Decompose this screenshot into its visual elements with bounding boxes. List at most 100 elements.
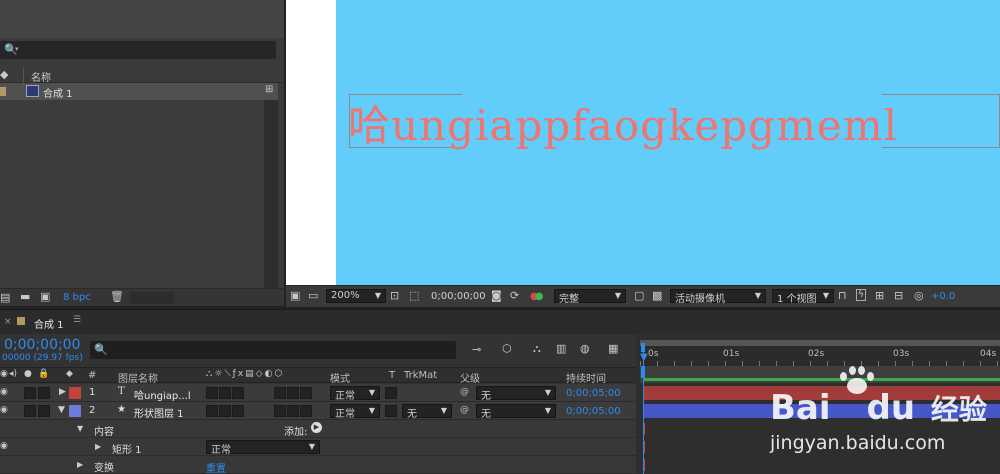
- rectangle-group-row[interactable]: ◉ ▶ 矩形 1 正常 ▼: [0, 438, 636, 456]
- layer-name[interactable]: 形状图层 1: [134, 405, 184, 420]
- eye-icon[interactable]: ◉: [0, 387, 8, 397]
- eye-icon[interactable]: ◉: [0, 441, 8, 451]
- column-layer-name-label[interactable]: 图层名称: [118, 370, 158, 385]
- adjustment-switch[interactable]: [287, 405, 299, 417]
- eye-icon[interactable]: ◉: [0, 405, 8, 415]
- expand-arrow-icon[interactable]: ▶: [59, 387, 66, 397]
- shape-layer-icon: ★: [117, 404, 126, 415]
- footer-slider[interactable]: [130, 292, 174, 304]
- layer-duration[interactable]: 0;00;05;00: [566, 406, 621, 417]
- content-group-row[interactable]: ▼ 内容 添加: ▶: [0, 420, 636, 438]
- parent-dropdown[interactable]: 无 ▼: [476, 404, 556, 420]
- view-layout-dropdown[interactable]: 1 个视图 ▼: [772, 289, 834, 305]
- collapse-switch[interactable]: [219, 405, 231, 417]
- new-composition-icon[interactable]: ▣: [40, 290, 50, 303]
- flowchart-icon[interactable]: ⊞: [265, 84, 273, 95]
- solo-switch[interactable]: [24, 405, 36, 417]
- reset-link[interactable]: 重置: [206, 460, 226, 474]
- new-folder-icon[interactable]: ▬: [20, 290, 30, 303]
- shy-layers-icon[interactable]: ⛬: [533, 342, 541, 356]
- solo-switch[interactable]: [24, 387, 36, 399]
- work-area-green-bar: [643, 378, 1000, 381]
- preserve-transparency-switch[interactable]: [385, 405, 397, 417]
- project-scrollbar[interactable]: [264, 100, 278, 290]
- resolution-dropdown[interactable]: 完整 ▼: [554, 289, 626, 305]
- effect-switch[interactable]: [274, 387, 286, 399]
- timeline-tab-title[interactable]: 合成 1: [34, 316, 64, 331]
- parent-dropdown[interactable]: 无 ▼: [476, 386, 556, 402]
- project-search-input[interactable]: 🔍 ▾: [0, 41, 276, 59]
- timeline-timecode[interactable]: 0;00;00;00: [4, 337, 81, 353]
- expand-arrow-icon[interactable]: ▶: [77, 460, 83, 469]
- audio-icon[interactable]: ◂): [9, 369, 17, 379]
- current-time-indicator[interactable]: [643, 346, 644, 474]
- layer-duration[interactable]: 0;00;05;00: [566, 388, 621, 399]
- interpret-footage-icon[interactable]: ▤: [0, 291, 10, 304]
- transform-row[interactable]: ▶ 变换 重置: [0, 456, 636, 474]
- comp-mini-flowchart-icon[interactable]: ⊸: [472, 343, 481, 356]
- adjustment-switch[interactable]: [287, 387, 299, 399]
- pickwhip-icon[interactable]: @: [460, 387, 469, 397]
- layer-label-color[interactable]: [69, 387, 81, 399]
- show-snapshot-icon[interactable]: ⟳: [510, 289, 519, 302]
- flowchart-icon[interactable]: ⊟: [894, 289, 903, 302]
- 3d-switch[interactable]: [300, 405, 312, 417]
- layer-row[interactable]: ◉ ▶ 1 T 哈ungiap...l 正常 ▼ @ 无 ▼ 0;00;05;0…: [0, 384, 636, 402]
- preserve-transparency-switch[interactable]: [385, 387, 397, 399]
- reset-exposure-icon[interactable]: ◎: [914, 289, 924, 302]
- transparency-grid-icon[interactable]: ▩: [652, 289, 662, 302]
- solo-icon[interactable]: ●: [24, 369, 32, 379]
- time-ruler[interactable]: 0s 01s 02s 03s 04s: [640, 346, 1000, 366]
- shy-switch[interactable]: [206, 387, 218, 399]
- label-tag-icon[interactable]: ◆: [66, 369, 73, 379]
- shy-switch[interactable]: [206, 405, 218, 417]
- always-preview-icon[interactable]: ▣: [290, 289, 300, 302]
- motion-blur-icon[interactable]: ◍: [580, 342, 590, 355]
- lock-switch[interactable]: [38, 387, 50, 399]
- collapse-arrow-icon[interactable]: ▼: [77, 424, 83, 433]
- fast-previews-icon[interactable]: ϟ: [856, 289, 866, 301]
- pickwhip-icon[interactable]: @: [460, 405, 469, 415]
- viewer-timecode[interactable]: 0;00;00;00: [431, 291, 486, 302]
- bpc-toggle[interactable]: 8 bpc: [63, 292, 91, 303]
- toggle-pixel-aspect-icon[interactable]: ⊓: [838, 289, 847, 302]
- channels-icon[interactable]: ●●: [530, 291, 543, 302]
- mask-visibility-icon[interactable]: ⬚: [409, 289, 419, 302]
- lock-switch[interactable]: [38, 405, 50, 417]
- draft-3d-icon[interactable]: ⬡: [502, 342, 512, 355]
- monitor-icon[interactable]: ▭: [308, 289, 318, 302]
- safe-margins-icon[interactable]: ⊡: [390, 289, 399, 302]
- menu-icon[interactable]: ☰: [73, 315, 81, 325]
- rect-blend-mode-dropdown[interactable]: 正常 ▼: [206, 440, 320, 456]
- parent-value: 无: [481, 409, 491, 420]
- quality-switch[interactable]: [232, 405, 244, 417]
- collapse-arrow-icon[interactable]: ▼: [58, 405, 65, 415]
- 3d-switch[interactable]: [300, 387, 312, 399]
- collapse-switch[interactable]: [219, 387, 231, 399]
- expand-arrow-icon[interactable]: ▶: [95, 442, 101, 451]
- zoom-dropdown[interactable]: 200% ▼: [326, 289, 386, 303]
- exposure-value[interactable]: +0.0: [931, 291, 955, 302]
- blend-mode-dropdown[interactable]: 正常 ▼: [330, 386, 380, 402]
- quality-switch[interactable]: [232, 387, 244, 399]
- layer-label-color[interactable]: [69, 405, 81, 417]
- camera-snapshot-icon[interactable]: ◙: [491, 289, 502, 302]
- trash-icon[interactable]: 🗑: [110, 290, 124, 303]
- layer-row[interactable]: ◉ ▼ 2 ★ 形状图层 1 正常 ▼ 无 ▼ @ 无 ▼ 0;00;05;00: [0, 402, 636, 420]
- eye-icon[interactable]: ◉: [0, 369, 8, 379]
- blend-mode-dropdown[interactable]: 正常 ▼: [330, 404, 380, 420]
- lock-icon[interactable]: 🔒: [38, 369, 49, 379]
- add-icon[interactable]: ▶: [311, 422, 322, 433]
- project-item-row[interactable]: 合成 1 ⊞: [0, 83, 278, 100]
- layer-name[interactable]: 哈ungiap...l: [134, 387, 191, 402]
- composition-text-layer[interactable]: 哈ungiappfaogkepgmeml: [348, 92, 898, 153]
- timeline-icon[interactable]: ⊞: [875, 289, 884, 302]
- camera-dropdown[interactable]: 活动摄像机 ▼: [670, 289, 766, 305]
- effect-switch[interactable]: [274, 405, 286, 417]
- graph-editor-icon[interactable]: ▦: [608, 342, 618, 355]
- frame-blending-icon[interactable]: ▥: [556, 342, 566, 355]
- close-icon[interactable]: ×: [4, 317, 12, 327]
- region-of-interest-icon[interactable]: ▢: [634, 289, 644, 302]
- trkmat-dropdown[interactable]: 无 ▼: [402, 404, 452, 420]
- timeline-search-input[interactable]: 🔍: [90, 341, 456, 359]
